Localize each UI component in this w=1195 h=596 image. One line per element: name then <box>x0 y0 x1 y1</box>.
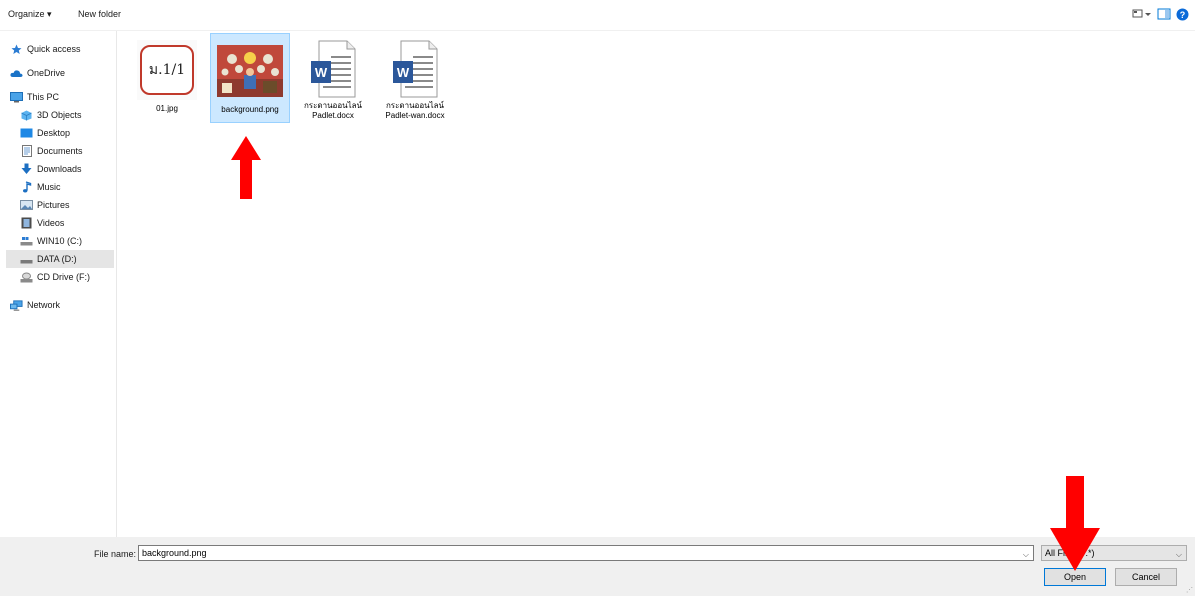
preview-pane-icon[interactable] <box>1157 8 1171 22</box>
nav-label: Network <box>27 300 61 310</box>
nav-label: Pictures <box>37 200 70 210</box>
nav-item-onedrive[interactable]: OneDrive <box>10 64 124 82</box>
download-arrow-icon <box>20 163 33 175</box>
svg-text:?: ? <box>1180 10 1186 20</box>
file-name: background.png <box>221 105 279 114</box>
nav-label: Documents <box>37 146 83 156</box>
red-arrow-up-icon <box>231 136 261 199</box>
nav-label: Music <box>37 182 61 192</box>
image-thumbnail <box>217 39 283 103</box>
file-item[interactable]: W กระดานออนไลน์ Padlet.docx <box>294 33 372 121</box>
cloud-icon <box>10 68 23 79</box>
svg-text:W: W <box>315 65 328 80</box>
resize-grip-icon[interactable]: ⋰ <box>1186 586 1193 594</box>
nav-label: Quick access <box>27 44 81 54</box>
file-item[interactable]: ม.1/1 01.jpg <box>128 33 206 121</box>
organize-button[interactable]: Organize ▾ <box>8 9 52 20</box>
chevron-down-icon[interactable]: ⌵ <box>1023 548 1029 562</box>
music-note-icon <box>20 181 33 193</box>
nav-label: This PC <box>27 92 60 102</box>
word-document-icon: W <box>382 38 448 99</box>
nav-label: Videos <box>37 218 65 228</box>
cd-drive-icon <box>20 272 33 283</box>
file-item[interactable]: W กระดานออนไลน์ Padlet-wan.docx <box>376 33 454 121</box>
nav-label: WIN10 (C:) <box>37 236 82 246</box>
thumb-text: ม.1/1 <box>140 45 194 95</box>
star-icon <box>10 44 23 55</box>
picture-icon <box>20 200 33 211</box>
nav-label: Desktop <box>37 128 71 138</box>
help-icon[interactable]: ? <box>1176 8 1189 22</box>
nav-item-data-drive[interactable]: DATA (D:) <box>6 250 114 268</box>
network-icon <box>10 299 23 311</box>
nav-label: CD Drive (F:) <box>37 272 90 282</box>
image-thumbnail: ม.1/1 <box>134 38 200 102</box>
nav-label: DATA (D:) <box>37 254 77 264</box>
file-name-value: background.png <box>142 548 207 558</box>
nav-label: Downloads <box>37 164 82 174</box>
drive-icon <box>20 254 33 265</box>
desktop-icon <box>20 128 33 139</box>
view-options-icon[interactable] <box>1132 8 1152 22</box>
cancel-button[interactable]: Cancel <box>1115 568 1177 586</box>
toolbar: Organize ▾ New folder ? <box>0 0 1195 31</box>
nav-label: OneDrive <box>27 68 66 78</box>
cube-icon <box>20 110 33 121</box>
svg-text:W: W <box>397 65 410 80</box>
monitor-icon <box>10 91 23 103</box>
document-icon <box>20 145 33 157</box>
nav-item-quick-access[interactable]: Quick access <box>10 40 124 58</box>
nav-item-network[interactable]: Network <box>10 296 124 314</box>
file-name-input[interactable]: background.png ⌵ <box>138 545 1034 561</box>
nav-item-this-pc[interactable]: This PC <box>10 88 124 106</box>
dialog-footer: File name: background.png ⌵ All Files (*… <box>0 537 1195 596</box>
file-name: กระดานออนไลน์ Padlet.docx <box>303 101 363 120</box>
word-document-icon: W <box>300 38 366 99</box>
file-list: ม.1/1 01.jpg background.png W กระดานออนไ… <box>117 31 1195 537</box>
file-name: กระดานออนไลน์ Padlet-wan.docx <box>385 101 445 120</box>
file-name: 01.jpg <box>156 104 178 113</box>
new-folder-button[interactable]: New folder <box>78 9 121 19</box>
navigation-pane: Quick access OneDrive This PC 3D Objects… <box>0 31 117 537</box>
file-name-label: File name: <box>94 549 137 559</box>
file-item-selected[interactable]: background.png <box>210 33 290 123</box>
drive-icon <box>20 236 33 247</box>
film-icon <box>20 217 33 229</box>
chevron-down-icon[interactable]: ⌵ <box>1176 548 1182 562</box>
nav-label: 3D Objects <box>37 110 82 120</box>
red-arrow-down-icon <box>1050 476 1100 571</box>
